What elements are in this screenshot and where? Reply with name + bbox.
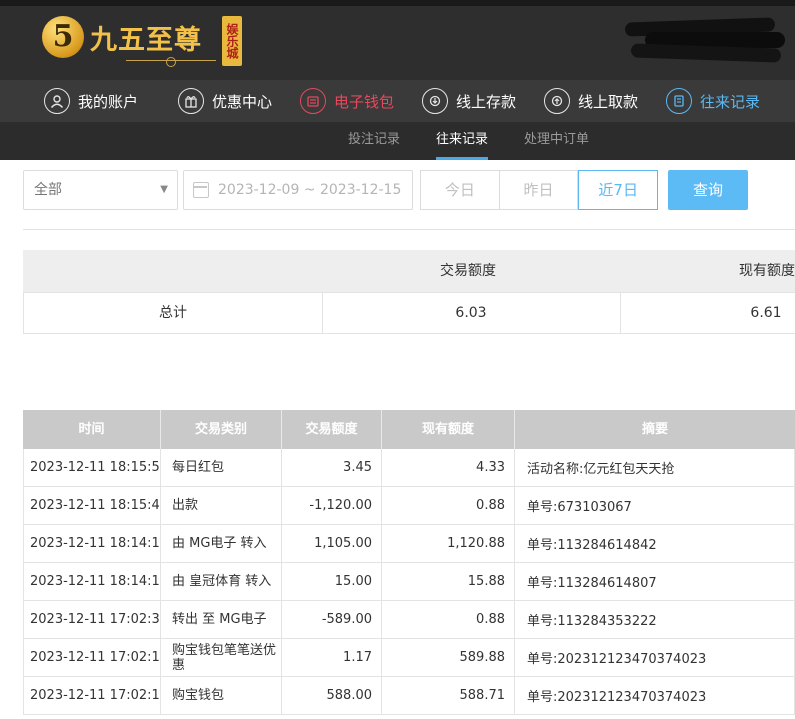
summary-header-amount: 交易额度 (440, 263, 496, 279)
table-row: 2023-12-11 17:02:11 购宝钱包笔笔送优惠 1.17 589.8… (23, 639, 795, 677)
sub-nav: 投注记录 往来记录 处理中订单 (0, 122, 795, 160)
brand-name: 九五至尊 (90, 25, 202, 56)
cell-balance: 4.33 (382, 449, 515, 486)
cell-balance: 589.88 (382, 639, 515, 676)
cell-memo: 单号:113284353222 (515, 601, 795, 638)
cell-type: 每日红包 (161, 449, 282, 486)
cell-type: 购宝钱包 (161, 677, 282, 714)
summary-total-row: 总计 6.03 6.61 (23, 292, 795, 334)
cell-type: 由 MG电子 转入 (161, 525, 282, 562)
cell-balance: 0.88 (382, 487, 515, 524)
cell-amount: 1.17 (282, 639, 382, 676)
logo-ornament (126, 57, 216, 67)
cell-amount: 15.00 (282, 563, 382, 600)
cell-balance: 15.88 (382, 563, 515, 600)
tab-transaction-records[interactable]: 往来记录 (436, 122, 489, 160)
nav-label: 电子钱包 (334, 92, 395, 111)
range-today-button[interactable]: 今日 (420, 170, 500, 210)
cell-memo: 活动名称:亿元红包天天抢 (515, 449, 795, 486)
summary-total-label: 总计 (159, 305, 187, 321)
cell-balance: 588.71 (382, 677, 515, 714)
header-memo: 摘要 (641, 422, 668, 437)
cell-time: 2023-12-11 17:02:11 (23, 639, 161, 676)
nav-item-my-account[interactable]: 我的账户 (44, 80, 138, 122)
calendar-icon (193, 182, 209, 198)
cell-time: 2023-12-11 18:15:46 (23, 487, 161, 524)
cell-time: 2023-12-11 17:02:35 (23, 601, 161, 638)
header-amount: 交易额度 (282, 410, 382, 449)
select-value: 全部 (34, 182, 62, 198)
cell-time: 2023-12-11 18:14:19 (23, 525, 161, 562)
header-time: 时间 (23, 410, 161, 449)
section-divider (23, 229, 795, 230)
cell-amount: 3.45 (282, 449, 382, 486)
cell-memo: 单号:202312123470374023 (515, 639, 795, 676)
gift-icon (178, 88, 204, 114)
summary-total-amount: 6.03 (455, 305, 487, 321)
user-icon (44, 88, 70, 114)
table-row: 2023-12-11 17:02:35 转出 至 MG电子 -589.00 0.… (23, 601, 795, 639)
nav-label: 往来记录 (700, 92, 761, 111)
cell-amount: 1,105.00 (282, 525, 382, 562)
quick-range-group: 今日 昨日 近7日 (420, 170, 659, 210)
table-header-row: 时间 交易类别 交易额度 现有额度 摘要 (23, 410, 795, 449)
records-icon (666, 88, 692, 114)
main-nav: 我的账户 优惠中心 电子钱包 线上存款 线上取款 往来记录 (0, 80, 795, 122)
summary-header-row: 交易额度 现有额度 (23, 250, 795, 292)
range-7days-button[interactable]: 近7日 (578, 170, 659, 210)
query-button[interactable]: 查询 (668, 170, 748, 210)
range-yesterday-button[interactable]: 昨日 (499, 170, 579, 210)
deposit-icon (422, 88, 448, 114)
cell-type: 购宝钱包笔笔送优惠 (161, 639, 282, 676)
table-row: 2023-12-11 18:14:19 由 MG电子 转入 1,105.00 1… (23, 525, 795, 563)
header-balance: 现有额度 (382, 410, 515, 449)
cell-time: 2023-12-11 17:02:11 (23, 677, 161, 714)
caret-down-icon: ▼ (160, 184, 168, 195)
nav-label: 优惠中心 (212, 92, 273, 111)
logo-emblem: 5 (42, 16, 84, 58)
brand-badge: 娱乐城 (222, 16, 242, 66)
cell-amount: -589.00 (282, 601, 382, 638)
cell-memo: 单号:113284614807 (515, 563, 795, 600)
cell-balance: 1,120.88 (382, 525, 515, 562)
redacted-user-info (624, 12, 785, 64)
nav-item-records[interactable]: 往来记录 (666, 80, 760, 122)
nav-label: 线上取款 (578, 92, 639, 111)
withdraw-icon (544, 88, 570, 114)
cell-amount: 588.00 (282, 677, 382, 714)
cell-type: 转出 至 MG电子 (161, 601, 282, 638)
nav-label: 我的账户 (78, 92, 139, 111)
cell-amount: -1,120.00 (282, 487, 382, 524)
table-row: 2023-12-11 18:15:58 每日红包 3.45 4.33 活动名称:… (23, 449, 795, 487)
nav-item-promotions[interactable]: 优惠中心 (178, 80, 272, 122)
table-row: 2023-12-11 18:15:46 出款 -1,120.00 0.88 单号… (23, 487, 795, 525)
cell-time: 2023-12-11 18:14:19 (23, 563, 161, 600)
table-row: 2023-12-11 18:14:19 由 皇冠体育 转入 15.00 15.8… (23, 563, 795, 601)
nav-item-e-wallet[interactable]: 电子钱包 (300, 80, 394, 122)
date-range-input[interactable]: 2023-12-09 ~ 2023-12-15 (183, 170, 413, 210)
tab-bet-records[interactable]: 投注记录 (348, 122, 400, 160)
summary-total-balance: 6.61 (750, 305, 782, 321)
date-range-value: 2023-12-09 ~ 2023-12-15 (218, 182, 402, 198)
site-header: 5 九五至尊 娱乐城 (0, 0, 795, 80)
tab-pending-orders[interactable]: 处理中订单 (524, 122, 589, 160)
site-logo[interactable]: 5 九五至尊 娱乐城 (40, 14, 245, 70)
summary-header-balance: 现有额度 (739, 263, 795, 279)
cell-type: 由 皇冠体育 转入 (161, 563, 282, 600)
cell-memo: 单号:673103067 (515, 487, 795, 524)
cell-type: 出款 (161, 487, 282, 524)
cell-balance: 0.88 (382, 601, 515, 638)
nav-item-online-withdraw[interactable]: 线上取款 (544, 80, 638, 122)
nav-item-online-deposit[interactable]: 线上存款 (422, 80, 516, 122)
header-top-strip (0, 0, 795, 6)
cell-memo: 单号:202312123470374023 (515, 677, 795, 714)
wallet-icon (300, 88, 326, 114)
header-type: 交易类别 (161, 410, 282, 449)
cell-time: 2023-12-11 18:15:58 (23, 449, 161, 486)
table-row: 2023-12-11 17:02:11 购宝钱包 588.00 588.71 单… (23, 677, 795, 715)
nav-label: 线上存款 (456, 92, 517, 111)
transaction-type-select[interactable]: 全部 ▼ (23, 170, 178, 210)
cell-memo: 单号:113284614842 (515, 525, 795, 562)
